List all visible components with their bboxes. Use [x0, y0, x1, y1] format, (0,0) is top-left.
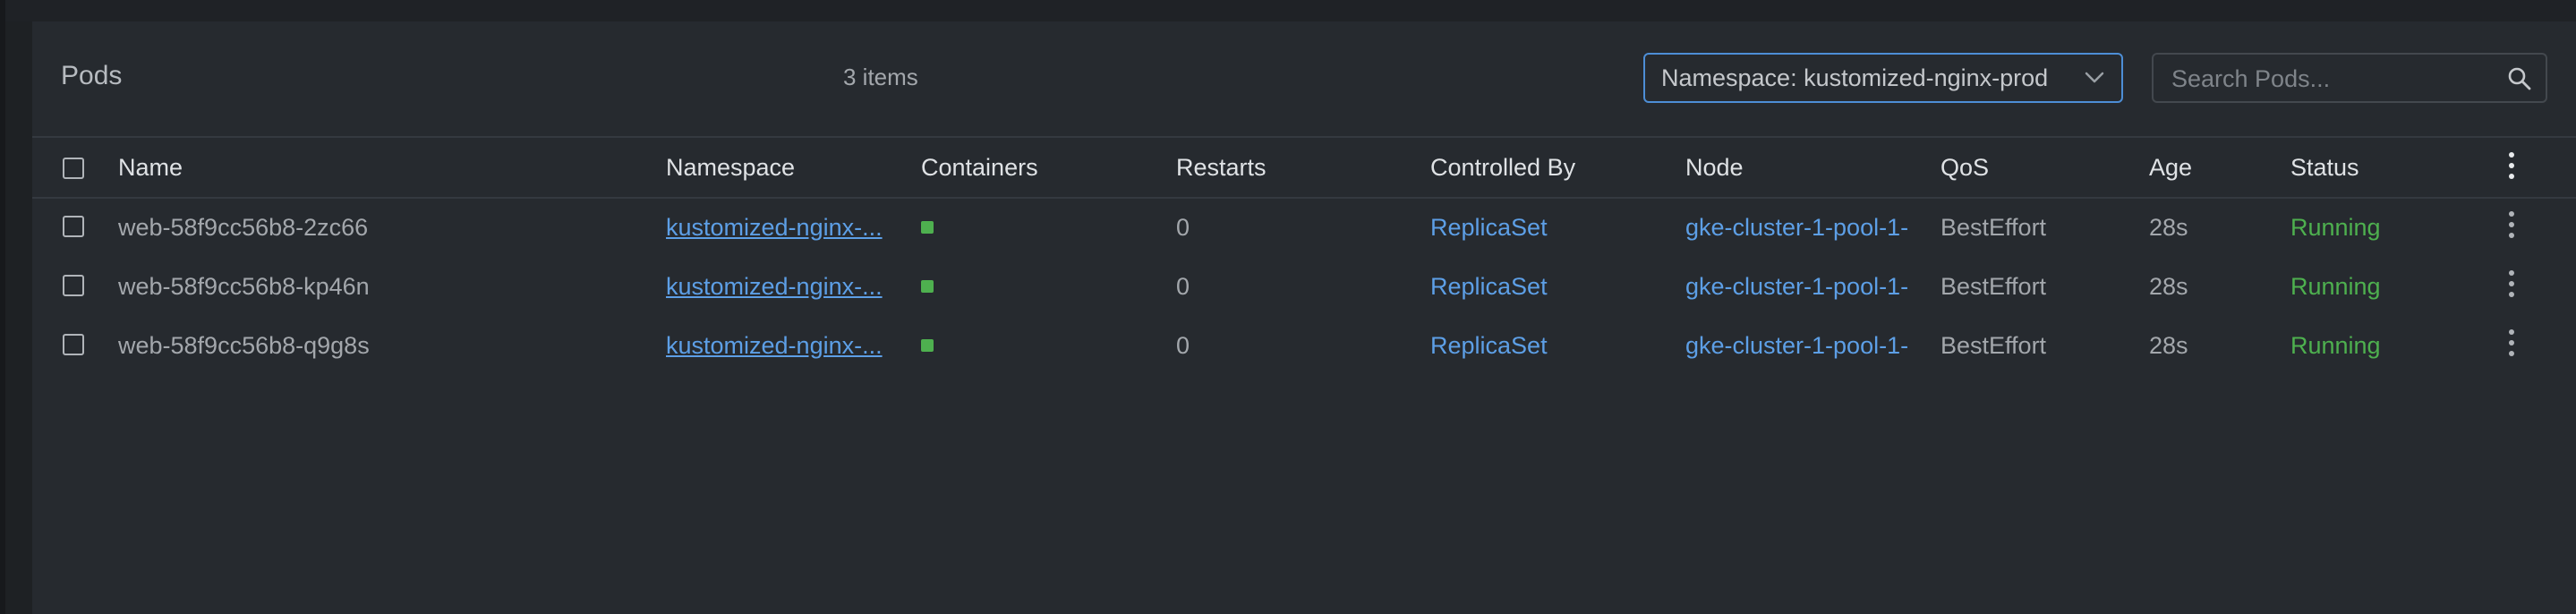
restarts-value: 0	[1176, 332, 1190, 359]
node-link[interactable]: gke-cluster-1-pool-1-	[1685, 334, 1908, 358]
column-menu-icon[interactable]	[2498, 152, 2525, 184]
namespace-link[interactable]: kustomized-nginx-...	[666, 216, 883, 240]
column-header-status[interactable]: Status	[2290, 156, 2359, 180]
select-all-checkbox[interactable]	[63, 158, 84, 179]
restarts-value: 0	[1176, 273, 1190, 300]
controlled-by-link[interactable]: ReplicaSet	[1430, 275, 1548, 299]
age-value: 28s	[2149, 273, 2188, 300]
qos-value: BestEffort	[1941, 214, 2047, 241]
node-link[interactable]: gke-cluster-1-pool-1-	[1685, 216, 1908, 240]
namespace-select-value: Namespace: kustomized-nginx-prod	[1661, 64, 2049, 91]
controlled-by-link[interactable]: ReplicaSet	[1430, 216, 1548, 240]
container-status-square	[921, 280, 934, 293]
node-link[interactable]: gke-cluster-1-pool-1-	[1685, 275, 1908, 299]
row-checkbox[interactable]	[63, 334, 84, 355]
pods-panel: Pods 3 items Namespace: kustomized-nginx…	[32, 21, 2576, 614]
pod-name: web-58f9cc56b8-2zc66	[118, 214, 369, 241]
column-header-containers[interactable]: Containers	[921, 156, 1038, 180]
table-row[interactable]: web-58f9cc56b8-kp46n kustomized-nginx-..…	[32, 257, 2576, 316]
pod-name: web-58f9cc56b8-q9g8s	[118, 332, 370, 359]
row-menu-icon[interactable]	[2498, 270, 2525, 303]
chevron-down-icon	[2085, 72, 2104, 83]
column-header-name[interactable]: Name	[118, 156, 183, 180]
namespace-link[interactable]: kustomized-nginx-...	[666, 275, 883, 299]
column-header-controlled-by[interactable]: Controlled By	[1430, 156, 1575, 180]
table-row[interactable]: web-58f9cc56b8-2zc66 kustomized-nginx-..…	[32, 198, 2576, 257]
side-strip	[5, 21, 32, 614]
namespace-select[interactable]: Namespace: kustomized-nginx-prod	[1643, 53, 2123, 103]
restarts-value: 0	[1176, 214, 1190, 241]
age-value: 28s	[2149, 332, 2188, 359]
qos-value: BestEffort	[1941, 332, 2047, 359]
pod-name: web-58f9cc56b8-kp46n	[118, 273, 370, 300]
status-value: Running	[2290, 273, 2381, 300]
row-checkbox[interactable]	[63, 275, 84, 296]
column-header-node[interactable]: Node	[1685, 156, 1744, 180]
top-bar	[0, 0, 2576, 21]
page-title: Pods	[61, 61, 123, 90]
container-status-square	[921, 221, 934, 234]
table-header: Name Namespace Containers Restarts Contr…	[32, 138, 2576, 199]
table-row[interactable]: web-58f9cc56b8-q9g8s kustomized-nginx-..…	[32, 316, 2576, 375]
status-value: Running	[2290, 332, 2381, 359]
column-header-namespace[interactable]: Namespace	[666, 156, 795, 180]
search-icon[interactable]	[2506, 65, 2533, 92]
namespace-link[interactable]: kustomized-nginx-...	[666, 334, 883, 358]
age-value: 28s	[2149, 214, 2188, 241]
row-menu-icon[interactable]	[2498, 211, 2525, 243]
search-box	[2152, 53, 2547, 103]
row-checkbox[interactable]	[63, 216, 84, 237]
qos-value: BestEffort	[1941, 273, 2047, 300]
column-header-qos[interactable]: QoS	[1941, 156, 1989, 180]
search-input[interactable]	[2154, 55, 2504, 103]
container-status-square	[921, 339, 934, 352]
column-header-restarts[interactable]: Restarts	[1176, 156, 1267, 180]
item-count: 3 items	[843, 64, 918, 90]
status-value: Running	[2290, 214, 2381, 241]
column-header-age[interactable]: Age	[2149, 156, 2192, 180]
controlled-by-link[interactable]: ReplicaSet	[1430, 334, 1548, 358]
row-menu-icon[interactable]	[2498, 329, 2525, 362]
